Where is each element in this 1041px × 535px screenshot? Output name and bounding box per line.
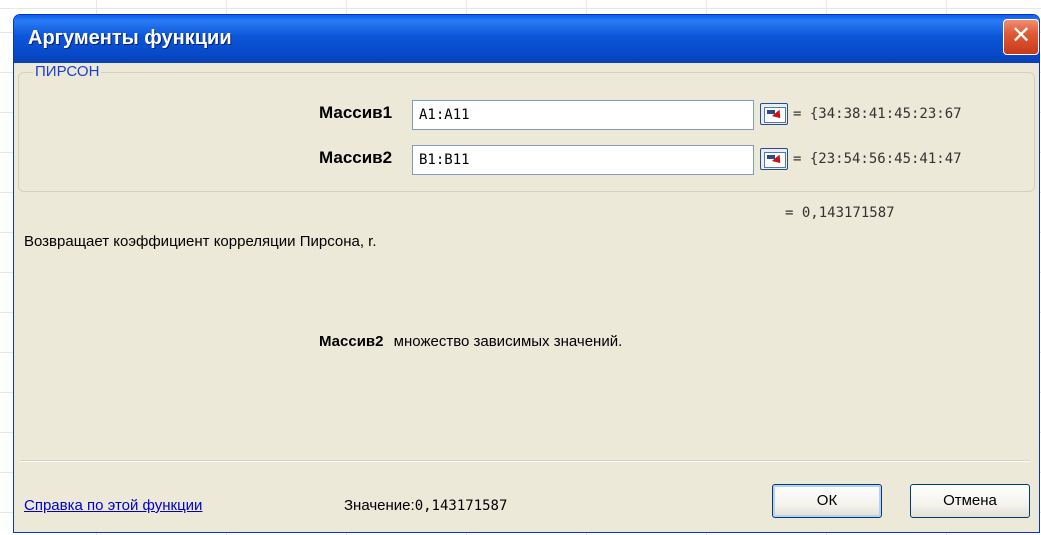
function-arguments-group: ПИРСОН Массив1 A1:A11 = {34:38:41:45:23:…	[18, 63, 1035, 192]
result-value: Значение:0,143171587	[344, 497, 507, 514]
help-link[interactable]: Справка по этой функции	[24, 497, 202, 514]
argument-preview-array1: = {34:38:41:45:23:67	[793, 106, 962, 122]
collapse-dialog-button-array1[interactable]	[760, 103, 788, 125]
cancel-button[interactable]: Отмена	[910, 484, 1030, 518]
dialog-title: Аргументы функции	[28, 27, 232, 49]
dialog-titlebar[interactable]: Аргументы функции ✕	[14, 15, 1039, 63]
function-arguments-dialog: Аргументы функции ✕ ПИРСОН Массив1 A1:A1…	[13, 14, 1040, 533]
result-value-number: 0,143171587	[414, 498, 508, 514]
argument-help-text: множество зависимых значений.	[393, 333, 623, 350]
argument-label-array2: Массив2	[319, 148, 393, 167]
function-result-preview: = 0,143171587	[785, 205, 895, 221]
collapse-dialog-button-array2[interactable]	[760, 148, 788, 170]
ok-button[interactable]: ОК	[772, 484, 882, 518]
argument-label-array1: Массив1	[319, 103, 393, 122]
argument-input-array2[interactable]: B1:B11	[412, 145, 754, 175]
argument-help-name: Массив2	[319, 333, 384, 350]
close-icon: ✕	[1010, 22, 1032, 49]
function-name: ПИРСОН	[33, 63, 102, 80]
function-description: Возвращает коэффициент корреляции Пирсон…	[24, 233, 377, 250]
separator	[20, 460, 1030, 462]
argument-input-array1[interactable]: A1:A11	[412, 100, 754, 130]
result-value-label: Значение:	[344, 497, 415, 514]
close-button[interactable]: ✕	[1003, 19, 1039, 55]
argument-preview-array2: = {23:54:56:45:41:47	[793, 151, 962, 167]
argument-help: Массив2 множество зависимых значений.	[319, 333, 622, 350]
